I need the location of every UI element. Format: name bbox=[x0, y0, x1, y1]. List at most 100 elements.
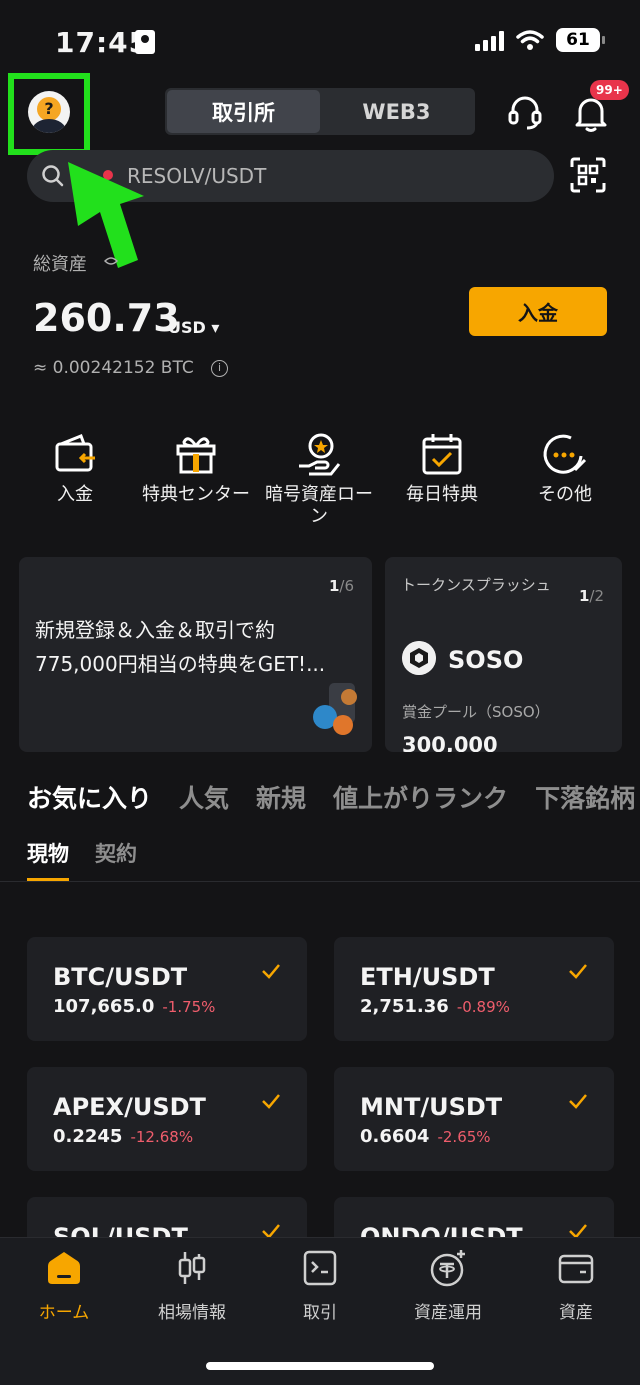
tether-plus-icon bbox=[430, 1250, 465, 1287]
favorite-pair-card[interactable]: BTC/USDT 107,665.0 -1.75% bbox=[27, 937, 307, 1041]
prize-pool-label: 賞金プール（SOSO） bbox=[402, 703, 550, 721]
id-card-icon bbox=[135, 30, 155, 54]
quick-action-crypto-loan[interactable]: 暗号資産ローン bbox=[259, 430, 379, 528]
pair-name: APEX/USDT bbox=[53, 1093, 206, 1121]
scan-icon[interactable] bbox=[568, 155, 608, 195]
quick-action-more[interactable]: その他 bbox=[505, 430, 625, 506]
check-icon[interactable] bbox=[568, 963, 588, 979]
calendar-check-icon bbox=[422, 434, 462, 475]
nav-label: 取引 bbox=[303, 1303, 337, 1323]
pair-name: BTC/USDT bbox=[53, 963, 188, 991]
quick-action-label: 入金 bbox=[57, 484, 93, 505]
pair-change: -12.68% bbox=[130, 1128, 194, 1146]
battery-indicator: 61 bbox=[556, 28, 605, 52]
loan-icon bbox=[299, 433, 341, 476]
status-icons: 61 bbox=[475, 28, 605, 52]
currency-selector[interactable]: USD ▾ bbox=[168, 318, 219, 337]
market-tabs: お気に入り 人気 新規 値上がりランク 下落銘柄 bbox=[27, 779, 640, 815]
quick-action-label: 特典センター bbox=[142, 484, 250, 505]
coins-illustration-icon bbox=[313, 683, 357, 735]
headset-icon[interactable] bbox=[505, 92, 545, 132]
pair-price-value: 0.2245 bbox=[53, 1126, 123, 1147]
nav-label: ホーム bbox=[38, 1303, 90, 1323]
deposit-button[interactable]: 入金 bbox=[469, 287, 607, 336]
info-icon[interactable]: i bbox=[211, 360, 228, 377]
sub-tabs: 現物 契約 bbox=[27, 838, 137, 882]
pair-price-value: 0.6604 bbox=[360, 1126, 430, 1147]
notification-badge: 99+ bbox=[590, 80, 629, 100]
tab-exchange[interactable]: 取引所 bbox=[167, 90, 320, 133]
exchange-mode-switch: 取引所 WEB3 bbox=[165, 88, 475, 135]
gift-icon bbox=[176, 437, 216, 474]
candlestick-icon bbox=[178, 1252, 206, 1284]
quick-action-rewards-center[interactable]: 特典センター bbox=[136, 430, 256, 506]
tab-new[interactable]: 新規 bbox=[256, 779, 306, 815]
nav-markets[interactable]: 相場情報 bbox=[128, 1248, 256, 1323]
nav-home[interactable]: ホーム bbox=[0, 1248, 128, 1323]
question-icon: ? bbox=[37, 97, 61, 121]
tab-top-losers[interactable]: 下落銘柄 bbox=[535, 779, 635, 815]
pair-price: 0.2245 -12.68% bbox=[53, 1126, 193, 1147]
token-splash-card[interactable]: トークンスプラッシュ 1/2 SOSO 賞金プール（SOSO） 300,000 bbox=[385, 557, 622, 752]
pair-name: MNT/USDT bbox=[360, 1093, 503, 1121]
pair-change: -1.75% bbox=[162, 998, 216, 1016]
pair-price: 2,751.36 -0.89% bbox=[360, 996, 510, 1017]
token-name: SOSO bbox=[448, 646, 524, 674]
promo-pager: 1/6 bbox=[329, 577, 354, 595]
pair-change: -0.89% bbox=[456, 998, 510, 1016]
nav-trade[interactable]: 取引 bbox=[256, 1248, 384, 1323]
promo-banner[interactable]: 1/6 新規登録＆入金＆取引で約 775,000円相当の特典をGET!... bbox=[19, 557, 372, 752]
check-icon[interactable] bbox=[261, 1093, 281, 1109]
avatar[interactable]: ? bbox=[28, 91, 70, 133]
nav-assets[interactable]: 資産 bbox=[512, 1248, 640, 1323]
favorite-pair-card[interactable]: MNT/USDT 0.6604 -2.65% bbox=[334, 1067, 614, 1171]
tab-favorites[interactable]: お気に入り bbox=[27, 779, 152, 815]
tab-popular[interactable]: 人気 bbox=[179, 779, 229, 815]
pair-price: 107,665.0 -1.75% bbox=[53, 996, 215, 1017]
quick-action-label: その他 bbox=[538, 484, 592, 505]
nav-label: 相場情報 bbox=[158, 1303, 226, 1323]
pair-price-value: 107,665.0 bbox=[53, 996, 155, 1017]
check-icon[interactable] bbox=[261, 963, 281, 979]
wallet-deposit-icon bbox=[55, 434, 95, 472]
wallet-icon bbox=[558, 1254, 594, 1284]
nav-label: 資産運用 bbox=[414, 1303, 482, 1323]
promo-page-total: /6 bbox=[339, 577, 354, 595]
token-splash-title: トークンスプラッシュ bbox=[401, 576, 551, 594]
promo-line-1: 新規登録＆入金＆取引で約 bbox=[35, 618, 275, 642]
status-bar: 17:45 61 bbox=[0, 0, 640, 84]
quick-action-label: 毎日特典 bbox=[406, 484, 478, 505]
pair-name: ETH/USDT bbox=[360, 963, 495, 991]
token-splash-pager: 1/2 bbox=[579, 587, 604, 605]
prize-pool-value: 300,000 bbox=[402, 733, 498, 752]
more-icon bbox=[543, 434, 587, 474]
eye-icon[interactable] bbox=[104, 254, 118, 268]
quick-action-deposit[interactable]: 入金 bbox=[15, 430, 135, 506]
pair-price: 0.6604 -2.65% bbox=[360, 1126, 491, 1147]
check-icon[interactable] bbox=[568, 1093, 588, 1109]
token-splash-page-current: 1 bbox=[578, 587, 590, 605]
home-icon bbox=[48, 1252, 80, 1284]
quick-action-label: 暗号資産ローン bbox=[265, 484, 373, 527]
tab-contract[interactable]: 契約 bbox=[95, 838, 137, 882]
pair-price-value: 2,751.36 bbox=[360, 996, 449, 1017]
promo-text: 新規登録＆入金＆取引で約 775,000円相当の特典をGET!... bbox=[35, 613, 365, 681]
tab-web3[interactable]: WEB3 bbox=[320, 90, 473, 133]
pair-change: -2.65% bbox=[437, 1128, 491, 1146]
quick-action-daily-rewards[interactable]: 毎日特典 bbox=[382, 430, 502, 506]
favorite-pair-card[interactable]: ETH/USDT 2,751.36 -0.89% bbox=[334, 937, 614, 1041]
trade-icon bbox=[303, 1250, 337, 1286]
tab-top-gainers[interactable]: 値上がりランク bbox=[333, 779, 508, 815]
divider bbox=[0, 881, 640, 882]
signal-icon bbox=[475, 29, 504, 51]
promo-line-2: 775,000円相当の特典をGET!... bbox=[35, 652, 326, 676]
favorite-pair-card[interactable]: APEX/USDT 0.2245 -12.68% bbox=[27, 1067, 307, 1171]
total-assets-label: 総資産 bbox=[33, 254, 87, 275]
token-splash-page-total: /2 bbox=[589, 587, 604, 605]
tab-spot[interactable]: 現物 bbox=[27, 838, 69, 882]
avatar-highlight: ? bbox=[8, 73, 90, 155]
wifi-icon bbox=[516, 30, 544, 50]
nav-label: 資産 bbox=[559, 1303, 593, 1323]
soso-logo-icon bbox=[402, 641, 436, 675]
nav-earn[interactable]: 資産運用 bbox=[384, 1248, 512, 1323]
